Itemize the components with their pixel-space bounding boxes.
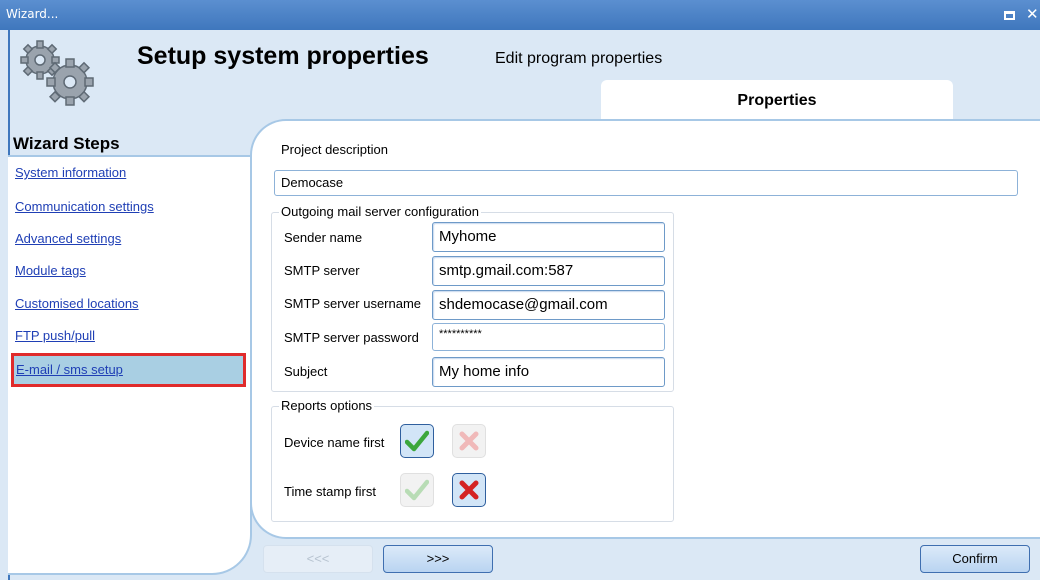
tab-properties[interactable]: Properties (601, 80, 953, 120)
step-system-information[interactable]: System information (15, 165, 126, 180)
time-stamp-first-label: Time stamp first (284, 484, 376, 499)
window-title-bar: Wizard... ✕ (0, 0, 1040, 30)
cross-icon (459, 480, 479, 500)
subject-input[interactable]: My home info (432, 357, 665, 387)
previous-button[interactable]: <<< (263, 545, 373, 573)
step-advanced-settings[interactable]: Advanced settings (15, 231, 121, 246)
smtp-username-input[interactable]: shdemocase@gmail.com (432, 290, 665, 320)
subject-label: Subject (284, 364, 328, 379)
window-title: Wizard... (6, 7, 59, 21)
smtp-password-label: SMTP server password (284, 330, 419, 345)
step-email-sms-setup-label: E-mail / sms setup (16, 362, 123, 377)
sender-name-input[interactable]: Myhome (432, 222, 665, 252)
confirm-button[interactable]: Confirm (920, 545, 1030, 573)
step-email-sms-setup[interactable]: E-mail / sms setup (11, 353, 246, 387)
device-name-first-no-toggle[interactable] (452, 424, 486, 458)
step-customised-locations[interactable]: Customised locations (15, 296, 139, 311)
time-stamp-first-yes-toggle[interactable] (400, 473, 434, 507)
next-button[interactable]: >>> (383, 545, 493, 573)
check-icon (405, 479, 429, 501)
gears-logo-icon (20, 40, 94, 106)
cross-icon (459, 431, 479, 451)
step-communication-settings[interactable]: Communication settings (15, 199, 154, 214)
step-module-tags[interactable]: Module tags (15, 263, 86, 278)
page-subtitle: Edit program properties (495, 50, 663, 67)
device-name-first-label: Device name first (284, 435, 385, 450)
sender-name-label: Sender name (284, 230, 363, 245)
mail-server-group-title: Outgoing mail server configuration (279, 204, 481, 219)
project-description-input[interactable]: Democase (274, 170, 1018, 196)
smtp-server-input[interactable]: smtp.gmail.com:587 (432, 256, 665, 286)
smtp-password-input[interactable]: ********** (432, 323, 665, 351)
time-stamp-first-no-toggle[interactable] (452, 473, 486, 507)
wizard-steps-title: Wizard Steps (13, 134, 120, 153)
project-description-label: Project description (281, 142, 388, 157)
check-icon (405, 430, 429, 452)
page-title: Setup system properties (137, 42, 429, 70)
close-icon[interactable]: ✕ (1026, 5, 1039, 23)
step-ftp-push-pull[interactable]: FTP push/pull (15, 328, 95, 343)
device-name-first-yes-toggle[interactable] (400, 424, 434, 458)
reports-options-title: Reports options (279, 398, 375, 413)
smtp-server-label: SMTP server (284, 263, 360, 278)
smtp-username-label: SMTP server username (284, 296, 422, 311)
restore-window-icon[interactable] (1004, 11, 1015, 20)
